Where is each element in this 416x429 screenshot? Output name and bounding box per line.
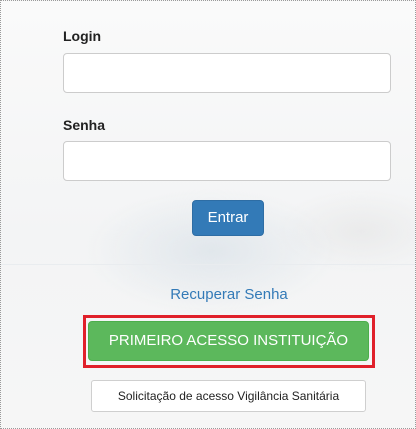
login-input[interactable] xyxy=(63,53,391,93)
password-label: Senha xyxy=(63,117,106,133)
divider xyxy=(1,264,415,265)
request-access-button[interactable]: Solicitação de acesso Vigilância Sanitár… xyxy=(91,380,366,412)
login-panel: Login Senha Entrar Recuperar Senha PRIME… xyxy=(0,0,416,429)
login-label: Login xyxy=(63,28,102,44)
recover-password-link[interactable]: Recuperar Senha xyxy=(1,286,415,303)
password-input[interactable] xyxy=(63,141,391,181)
login-button[interactable]: Entrar xyxy=(192,200,264,236)
first-access-button[interactable]: PRIMEIRO ACESSO INSTITUIÇÃO xyxy=(88,321,369,361)
